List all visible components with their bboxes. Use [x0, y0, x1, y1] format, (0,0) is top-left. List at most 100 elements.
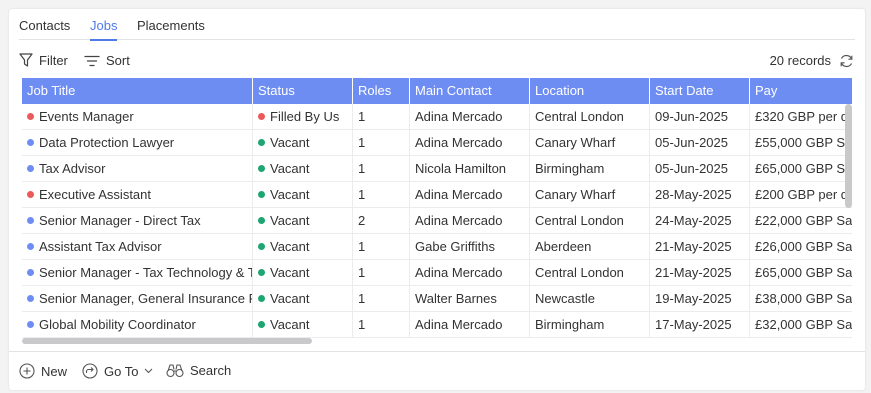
job-title-cell: Data Protection Lawyer: [22, 130, 253, 156]
status-cell-text: Vacant: [270, 187, 310, 202]
location-cell: Newcastle: [530, 286, 650, 312]
job-title-cell-text: Events Manager: [39, 109, 134, 124]
column-header-job-title[interactable]: Job Title: [22, 78, 253, 104]
table-row[interactable]: Tax Advisor Vacant 1 Nicola Hamilton Birming…: [22, 156, 852, 182]
go-to-button[interactable]: Go To: [82, 363, 153, 379]
job-title-cell-text: Senior Manager - Tax Technology & Transf…: [39, 265, 252, 280]
roles-cell-text: 1: [358, 187, 366, 202]
go-to-label: Go To: [104, 363, 139, 379]
location-cell: Birmingham: [530, 156, 650, 182]
roles-cell: 1: [353, 156, 410, 182]
sort-icon: [84, 55, 100, 66]
main-contact-cell-text: Adina Mercado: [415, 135, 503, 150]
status-cell-text: Vacant: [270, 291, 310, 306]
column-header-pay[interactable]: Pay: [750, 78, 852, 104]
filter-icon: [19, 53, 33, 67]
table-header: Job Title Status Roles Main Contact Loca…: [22, 78, 852, 104]
table-row[interactable]: Senior Manager - Direct Tax Vacant 2 Adina …: [22, 208, 852, 234]
roles-cell-text: 1: [358, 291, 366, 306]
table-row[interactable]: Senior Manager, General Insurance Pricin…: [22, 286, 852, 312]
start-date-cell: 28-May-2025: [650, 182, 750, 208]
status-dot-icon: [27, 217, 34, 224]
main-contact-cell-text: Adina Mercado: [415, 317, 503, 332]
pay-cell-text: £22,000 GBP Salary: [755, 213, 852, 228]
main-contact-cell-text: Gabe Griffiths: [415, 239, 495, 254]
sort-button[interactable]: Sort: [84, 53, 130, 68]
roles-cell: 2: [353, 208, 410, 234]
table-row[interactable]: Executive Assistant Vacant 1 Adina Mercado C…: [22, 182, 852, 208]
filter-button[interactable]: Filter: [19, 53, 68, 68]
roles-cell: 1: [353, 130, 410, 156]
pay-cell: £55,000 GBP Salary: [750, 130, 852, 156]
table-row[interactable]: Data Protection Lawyer Vacant 1 Adina Merca…: [22, 130, 852, 156]
job-title-cell-text: Assistant Tax Advisor: [39, 239, 162, 254]
status-dot-icon: [258, 295, 265, 302]
location-cell-text: Birmingham: [535, 161, 605, 176]
new-button[interactable]: New: [19, 363, 67, 379]
column-header-main-contact[interactable]: Main Contact: [410, 78, 530, 104]
table-row[interactable]: Assistant Tax Advisor Vacant 1 Gabe Griffit…: [22, 234, 852, 260]
horizontal-scrollbar[interactable]: [22, 338, 312, 344]
table-row[interactable]: Events Manager Filled By Us 1 Adina Mercado…: [22, 104, 852, 130]
location-cell: Central London: [530, 208, 650, 234]
location-cell-text: Central London: [535, 109, 624, 124]
status-dot-icon: [27, 295, 34, 302]
status-cell-text: Vacant: [270, 135, 310, 150]
table-row[interactable]: Global Mobility Coordinator Vacant 1 Adina …: [22, 312, 852, 338]
location-cell: Birmingham: [530, 312, 650, 338]
location-cell: Canary Wharf: [530, 182, 650, 208]
search-button[interactable]: Search: [166, 363, 231, 378]
tab-contacts[interactable]: Contacts: [19, 18, 70, 33]
roles-cell-text: 1: [358, 265, 366, 280]
pay-cell-text: £26,000 GBP Salary: [755, 239, 852, 254]
main-contact-cell: Adina Mercado: [410, 208, 530, 234]
job-title-cell: Events Manager: [22, 104, 253, 130]
job-title-cell-text: Data Protection Lawyer: [39, 135, 175, 150]
status-dot-icon: [258, 321, 265, 328]
main-contact-cell: Adina Mercado: [410, 312, 530, 338]
start-date-cell-text: 21-May-2025: [655, 239, 732, 254]
roles-cell-text: 1: [358, 239, 366, 254]
pay-cell-text: £320 GBP per day: [755, 109, 852, 124]
location-cell: Central London: [530, 104, 650, 130]
job-title-cell: Global Mobility Coordinator: [22, 312, 253, 338]
job-title-cell: Tax Advisor: [22, 156, 253, 182]
job-title-cell: Senior Manager - Tax Technology & Transf…: [22, 260, 253, 286]
tab-jobs[interactable]: Jobs: [90, 18, 118, 41]
pay-cell-text: £55,000 GBP Salary: [755, 135, 852, 150]
location-cell-text: Birmingham: [535, 317, 605, 332]
pay-cell-text: £65,000 GBP Salary: [755, 265, 852, 280]
location-cell-text: Aberdeen: [535, 239, 592, 254]
table-body: Events Manager Filled By Us 1 Adina Mercado…: [22, 104, 852, 338]
pay-cell: £22,000 GBP Salary: [750, 208, 852, 234]
status-cell: Filled By Us: [253, 104, 353, 130]
roles-cell: 1: [353, 104, 410, 130]
column-header-status[interactable]: Status: [253, 78, 353, 104]
start-date-cell: 21-May-2025: [650, 234, 750, 260]
status-dot-icon: [27, 321, 34, 328]
status-dot-icon: [258, 243, 265, 250]
vertical-scrollbar[interactable]: [845, 104, 852, 208]
main-contact-cell-text: Adina Mercado: [415, 265, 503, 280]
pay-cell: £38,000 GBP Salary: [750, 286, 852, 312]
job-title-cell-text: Executive Assistant: [39, 187, 151, 202]
location-cell: Aberdeen: [530, 234, 650, 260]
start-date-cell-text: 05-Jun-2025: [655, 135, 728, 150]
tab-bar: Contacts Jobs Placements: [19, 9, 855, 41]
main-contact-cell: Adina Mercado: [410, 130, 530, 156]
main-contact-cell-text: Adina Mercado: [415, 109, 503, 124]
tab-placements[interactable]: Placements: [137, 18, 205, 33]
refresh-icon[interactable]: [839, 54, 854, 68]
status-dot-icon: [258, 165, 265, 172]
status-cell: Vacant: [253, 312, 353, 338]
binoculars-icon: [166, 364, 184, 378]
column-header-roles[interactable]: Roles: [353, 78, 410, 104]
table-row[interactable]: Senior Manager - Tax Technology & Transf…: [22, 260, 852, 286]
main-contact-cell-text: Adina Mercado: [415, 213, 503, 228]
location-cell-text: Central London: [535, 213, 624, 228]
column-header-start-date[interactable]: Start Date: [650, 78, 750, 104]
column-header-location[interactable]: Location: [530, 78, 650, 104]
job-title-cell: Assistant Tax Advisor: [22, 234, 253, 260]
main-contact-cell: Nicola Hamilton: [410, 156, 530, 182]
status-dot-icon: [27, 191, 34, 198]
